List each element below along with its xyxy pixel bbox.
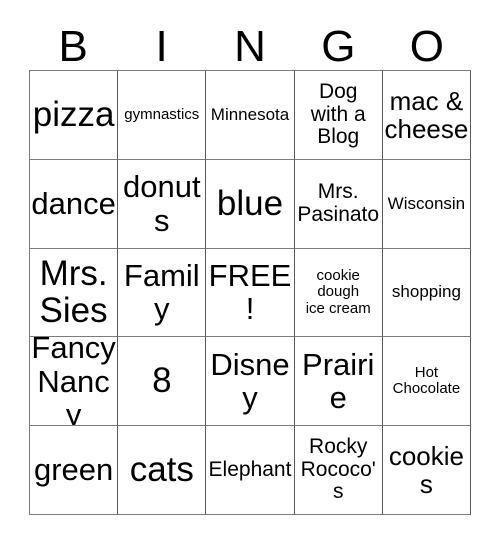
bingo-cell[interactable]: cookies <box>382 426 472 515</box>
bingo-cell[interactable]: shopping <box>382 248 472 338</box>
bingo-cell[interactable]: green <box>30 426 119 515</box>
bingo-cell-text: Rocky Rococo's <box>300 435 376 504</box>
bingo-cell[interactable]: blue <box>206 159 295 249</box>
bingo-cell-text: Hot Chocolate <box>392 364 461 398</box>
bingo-cell-text: 8 <box>152 361 172 401</box>
bingo-cell[interactable]: dance <box>30 159 119 249</box>
bingo-cell-text: Disney <box>210 346 290 416</box>
bingo-row: Fancy Nancy 8 Disney Prairie Hot Chocola… <box>30 337 472 427</box>
bingo-header-letter: I <box>155 22 168 72</box>
bingo-cell-text: Dog with a Blog <box>310 79 366 149</box>
bingo-header-cell-i: I <box>117 14 205 70</box>
bingo-cell-text: Elephant <box>208 457 292 481</box>
bingo-cell[interactable]: Mrs. Pasinato <box>294 159 383 249</box>
bingo-header-letter: B <box>58 22 88 72</box>
bingo-cell-text: FREE! <box>208 258 292 327</box>
bingo-card: B I N G O pizza gymnastics Minnesota Dog… <box>0 0 500 544</box>
bingo-cell-text: cookie dough ice cream <box>305 267 371 317</box>
bingo-header-cell-g: G <box>294 14 382 70</box>
bingo-row: Mrs. Sies Family FREE! cookie dough ice … <box>30 248 472 338</box>
bingo-cell-text: shopping <box>391 282 461 302</box>
bingo-cell-text: Family <box>123 258 200 327</box>
bingo-row: pizza gymnastics Minnesota Dog with a Bl… <box>30 71 472 160</box>
bingo-cell[interactable]: donuts <box>118 159 207 249</box>
bingo-cell[interactable]: Dog with a Blog <box>294 71 383 160</box>
bingo-cell-text: mac & cheese <box>384 85 469 144</box>
bingo-header-cell-n: N <box>206 14 294 70</box>
bingo-cell-text: gymnastics <box>124 105 200 123</box>
bingo-header-cell-b: B <box>29 14 117 70</box>
bingo-cell-text: pizza <box>32 95 115 134</box>
bingo-header-cell-o: O <box>383 14 471 70</box>
bingo-cell-text: blue <box>216 183 284 223</box>
bingo-cell[interactable]: Disney <box>206 337 295 427</box>
bingo-cell[interactable]: cats <box>118 426 207 515</box>
bingo-cell[interactable]: Mrs. Sies <box>30 248 119 338</box>
bingo-cell[interactable]: Wisconsin <box>382 159 472 249</box>
bingo-cell-text: dance <box>31 185 116 221</box>
bingo-row: green cats Elephant Rocky Rococo's cooki… <box>30 426 472 515</box>
bingo-cell[interactable]: Elephant <box>206 426 295 515</box>
bingo-cell[interactable]: Fancy Nancy <box>30 337 119 427</box>
bingo-cell[interactable]: Minnesota <box>206 71 295 160</box>
bingo-cell[interactable]: Family <box>118 248 207 338</box>
bingo-header-row: B I N G O <box>29 14 471 70</box>
bingo-cell[interactable]: Rocky Rococo's <box>294 426 383 515</box>
bingo-cell-text: cats <box>129 450 194 490</box>
bingo-cell-text: Minnesota <box>210 104 290 124</box>
bingo-cell[interactable]: cookie dough ice cream <box>294 248 383 338</box>
bingo-row: dance donuts blue Mrs. Pasinato Wisconsi… <box>30 159 472 249</box>
bingo-cell-text: Prairie <box>302 346 375 416</box>
bingo-cell[interactable]: pizza <box>30 71 119 160</box>
bingo-cell[interactable]: 8 <box>118 337 207 427</box>
bingo-cell-free[interactable]: FREE! <box>206 248 295 338</box>
bingo-header-letter: G <box>321 22 356 72</box>
bingo-cell[interactable]: gymnastics <box>118 71 207 160</box>
bingo-cell[interactable]: Prairie <box>294 337 383 427</box>
bingo-cell-text: Fancy Nancy <box>31 337 116 427</box>
bingo-cell-text: donuts <box>123 169 201 238</box>
bingo-cell[interactable]: Hot Chocolate <box>382 337 472 427</box>
bingo-cell[interactable]: mac & cheese <box>382 71 472 160</box>
bingo-cell-text: Mrs. Sies <box>39 253 108 331</box>
bingo-cell-text: Mrs. Pasinato <box>297 180 380 226</box>
bingo-cell-text: green <box>33 452 114 488</box>
bingo-cell-text: Wisconsin <box>387 193 466 213</box>
bingo-header-letter: N <box>234 22 266 72</box>
bingo-header-letter: O <box>409 22 444 72</box>
bingo-cell-text: cookies <box>388 441 464 500</box>
bingo-grid: pizza gymnastics Minnesota Dog with a Bl… <box>29 70 472 515</box>
